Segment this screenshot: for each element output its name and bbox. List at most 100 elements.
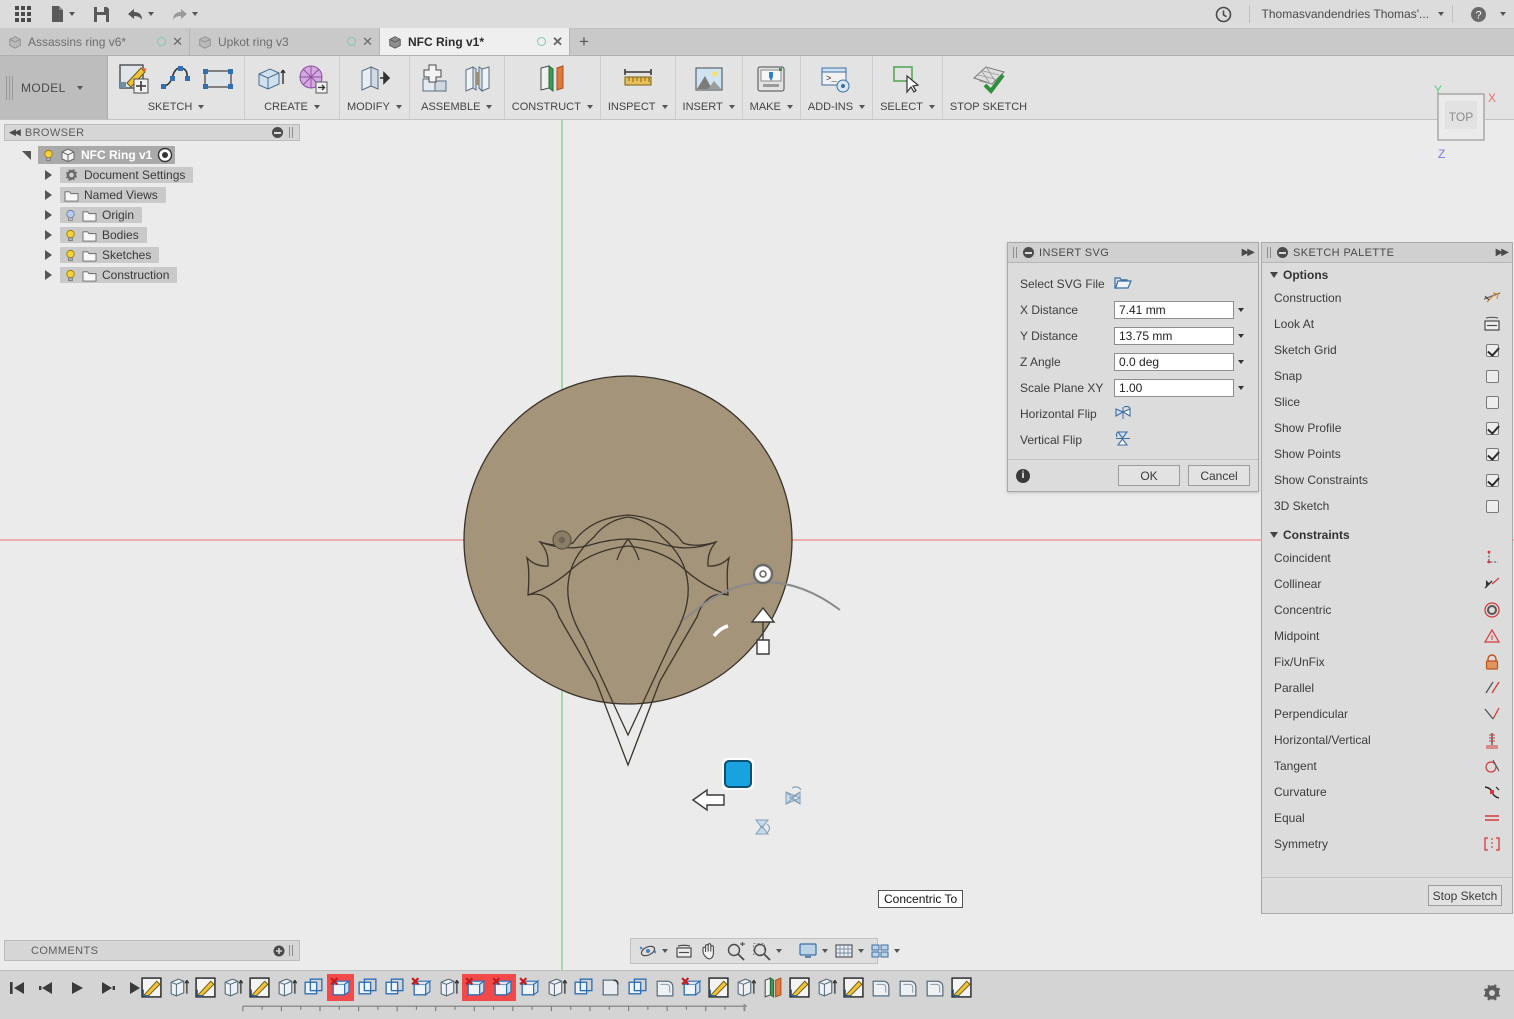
timeline-feature-sketch[interactable] [138,974,165,1001]
symmetry-icon[interactable] [1472,836,1512,852]
ribbon-group-select-label[interactable]: SELECT [880,101,935,113]
minimize-icon[interactable] [272,127,283,138]
expand-right-icon[interactable]: ▶▶ [1242,247,1253,258]
curvature-icon[interactable] [1472,784,1512,800]
active-component-icon[interactable] [157,147,173,163]
constraint-horizontal-vertical[interactable]: Horizontal/Vertical [1262,727,1512,753]
chevron-down-icon[interactable] [859,105,865,109]
ribbon-group-create-label[interactable]: CREATE [264,101,320,113]
ribbon-group-make-label[interactable]: MAKE [750,101,793,113]
document-tab-upkot-ring[interactable]: Upkot ring v3 ✕ [190,28,380,55]
light-bulb-icon[interactable] [42,149,55,162]
slice-checkbox[interactable] [1486,396,1499,409]
light-bulb-icon[interactable] [64,269,77,282]
press-pull-icon[interactable] [355,60,393,98]
ribbon-group-insert-label[interactable]: INSERT [683,101,735,113]
info-icon[interactable]: i [1016,469,1030,483]
3d-sketch-checkbox[interactable] [1486,500,1499,513]
perpendicular-icon[interactable] [1472,706,1512,722]
expand-arrow-icon[interactable] [22,151,31,160]
create-sketch-icon[interactable] [115,60,153,98]
coincident-icon[interactable] [1472,550,1512,566]
z-angle-input[interactable]: 0.0 deg [1114,353,1234,371]
vertical-flip-icon[interactable] [1114,430,1132,451]
chevron-down-icon[interactable] [1270,272,1278,278]
timeline-feature-shell[interactable] [867,974,894,1001]
resize-grip[interactable] [289,127,295,138]
ribbon-group-stop-sketch-label[interactable]: STOP SKETCH [950,101,1027,113]
chevron-down-icon[interactable] [486,105,492,109]
chevron-down-icon[interactable] [1500,12,1506,16]
timeline-feature-extrude[interactable] [165,974,192,1001]
step-forward-icon[interactable] [94,975,120,1001]
spline-icon[interactable] [157,60,195,98]
timeline-feature-extrude[interactable] [219,974,246,1001]
browser-item-bodies[interactable]: Bodies [4,225,300,245]
redo-button[interactable] [162,1,206,27]
horizontal-vertical-icon[interactable] [1472,732,1512,749]
timeline-feature-shell[interactable] [651,974,678,1001]
insert-svg-dialog-header[interactable]: INSERT SVG ▶▶ [1008,243,1258,263]
expand-right-icon[interactable]: ▶▶ [1496,247,1507,258]
palette-option-3d-sketch[interactable]: 3D Sketch [1262,493,1512,519]
new-document-tab-button[interactable]: + [570,28,598,55]
constraint-symmetry[interactable]: Symmetry [1262,831,1512,857]
orbit-icon[interactable] [636,940,670,962]
constraint-equal[interactable]: Equal [1262,805,1512,831]
timeline-feature-sketch[interactable] [246,974,273,1001]
browser-root-row[interactable]: NFC Ring v1 [4,145,300,165]
show-profile-checkbox[interactable] [1486,422,1499,435]
timeline-feature-extrude[interactable] [732,974,759,1001]
tangent-icon[interactable] [1472,758,1512,774]
document-tab-assassins-ring[interactable]: Assassins ring v6* ✕ [0,28,190,55]
timeline-feature-sketch[interactable] [786,974,813,1001]
y-distance-input[interactable]: 13.75 mm [1114,327,1234,345]
palette-option-show-points[interactable]: Show Points [1262,441,1512,467]
timeline-feature-error[interactable] [489,974,516,1001]
browser-item-named-views[interactable]: Named Views [4,185,300,205]
folder-open-icon[interactable] [1114,275,1132,293]
stop-sketch-button[interactable]: Stop Sketch [1428,885,1502,906]
comments-panel-header[interactable]: COMMENTS [4,940,300,961]
browser-header[interactable]: ◀◀ BROWSER [4,124,300,141]
constraints-section-header[interactable]: Constraints [1262,523,1512,545]
x-distance-input[interactable]: 7.41 mm [1114,301,1234,319]
constraint-perpendicular[interactable]: Perpendicular [1262,701,1512,727]
look-at-icon[interactable] [672,940,696,962]
collinear-icon[interactable] [1472,576,1512,592]
close-icon[interactable]: ✕ [362,35,373,48]
ribbon-group-construct-label[interactable]: CONSTRUCT [512,101,593,113]
chevron-down-icon[interactable] [822,949,828,953]
resize-grip[interactable] [289,945,295,956]
mesh-insert-icon[interactable] [294,60,332,98]
timeline-feature-sketch[interactable] [192,974,219,1001]
chevron-down-icon[interactable] [1234,301,1248,319]
step-back-icon[interactable] [34,975,60,1001]
palette-option-show-constraints[interactable]: Show Constraints [1262,467,1512,493]
timeline-feature-shell[interactable] [894,974,921,1001]
apps-grid-icon[interactable] [6,1,40,27]
timeline-feature-plane[interactable] [759,974,786,1001]
collapse-left-icon[interactable]: ◀◀ [9,127,19,138]
chevron-down-icon[interactable] [198,105,204,109]
timeline-feature-combine[interactable] [624,974,651,1001]
user-account-name[interactable]: Thomasvandendries Thomas'... [1258,7,1433,21]
horizontal-flip-icon[interactable] [1114,405,1132,424]
palette-option-slice[interactable]: Slice [1262,389,1512,415]
lock-icon[interactable] [1472,654,1512,671]
display-settings-icon[interactable] [796,940,830,962]
ribbon-group-assemble-label[interactable]: ASSEMBLE [421,101,492,113]
rectangle-icon[interactable] [199,60,237,98]
timeline-feature-combine[interactable] [381,974,408,1001]
view-cube[interactable]: Y X Z TOP [1414,80,1504,168]
constraint-concentric[interactable]: Concentric [1262,597,1512,623]
timeline-feature-sketch[interactable] [948,974,975,1001]
timeline-feature-extrude[interactable] [273,974,300,1001]
light-bulb-icon[interactable] [64,209,77,222]
ok-button[interactable]: OK [1118,465,1180,486]
chevron-down-icon[interactable] [894,949,900,953]
concentric-icon[interactable] [1472,601,1512,619]
chevron-down-icon[interactable] [787,105,793,109]
scale-plane-xy-input[interactable]: 1.00 [1114,379,1234,397]
chevron-down-icon[interactable] [77,86,83,90]
